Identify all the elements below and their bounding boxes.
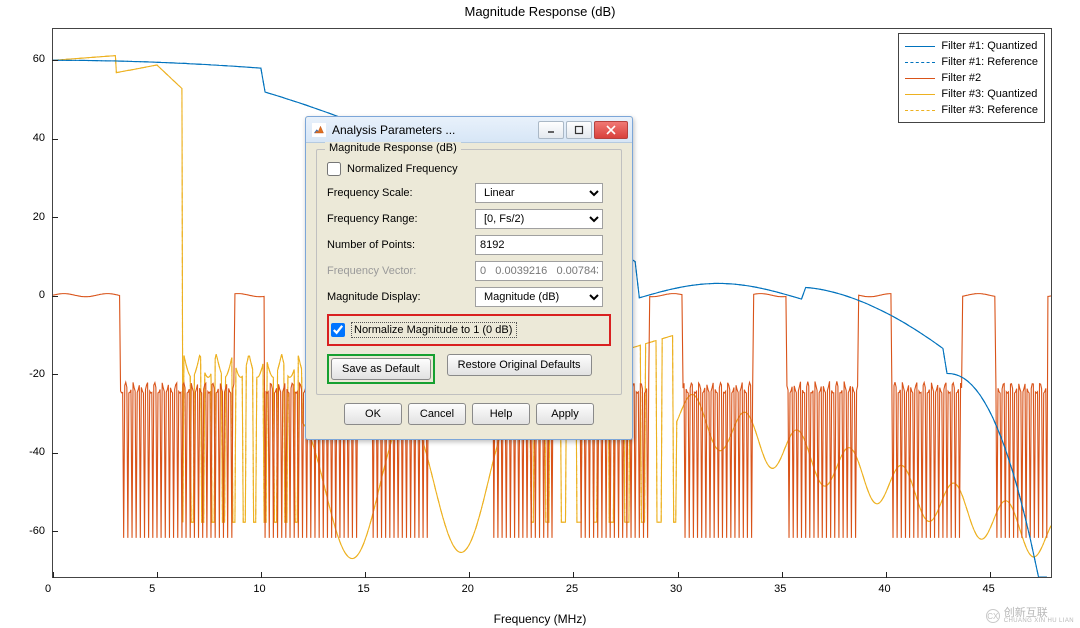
y-tick: -40 xyxy=(29,446,45,458)
legend-item: Filter #1: Quantized xyxy=(905,38,1038,54)
legend-item: Filter #3: Reference xyxy=(905,102,1038,118)
legend-label: Filter #1: Reference xyxy=(941,54,1038,70)
freq-vector-input xyxy=(475,261,603,281)
normalize-magnitude-row: Normalize Magnitude to 1 (0 dB) xyxy=(331,319,607,341)
mag-display-label: Magnitude Display: xyxy=(327,291,467,303)
num-points-label: Number of Points: xyxy=(327,239,467,251)
freq-range-select[interactable]: [0, Fs/2)[0, Fs)[-Fs/2, Fs/2) xyxy=(475,209,603,229)
x-tick: 45 xyxy=(983,583,995,595)
y-tick: 0 xyxy=(39,289,45,301)
dialog-footer: OK Cancel Help Apply xyxy=(316,395,622,435)
x-tick: 15 xyxy=(358,583,370,595)
legend-item: Filter #2 xyxy=(905,70,1038,86)
close-button[interactable] xyxy=(594,121,628,139)
x-axis-label: Frequency (MHz) xyxy=(0,612,1080,626)
freq-range-row: Frequency Range: [0, Fs/2)[0, Fs)[-Fs/2,… xyxy=(327,206,611,232)
x-tick: 0 xyxy=(45,583,51,595)
highlight-green-box: Save as Default xyxy=(327,354,435,384)
legend-swatch xyxy=(905,94,935,95)
restore-defaults-button[interactable]: Restore Original Defaults xyxy=(447,354,592,376)
normalized-frequency-row: Normalized Frequency xyxy=(327,158,611,180)
freq-scale-label: Frequency Scale: xyxy=(327,187,467,199)
legend-swatch xyxy=(905,78,935,79)
legend-label: Filter #2 xyxy=(941,70,981,86)
y-tick: 60 xyxy=(33,53,45,65)
dialog-body: Magnitude Response (dB) Normalized Frequ… xyxy=(306,143,632,439)
highlight-red-box: Normalize Magnitude to 1 (0 dB) xyxy=(327,314,611,346)
defaults-button-row: Save as Default Restore Original Default… xyxy=(327,354,611,384)
ok-button[interactable]: OK xyxy=(344,403,402,425)
freq-scale-row: Frequency Scale: LinearLog xyxy=(327,180,611,206)
legend-swatch xyxy=(905,62,935,63)
freq-scale-select[interactable]: LinearLog xyxy=(475,183,603,203)
watermark: CX 创新互联 CHUANG XIN HU LIAN xyxy=(986,608,1074,624)
y-tick: -20 xyxy=(29,368,45,380)
matlab-icon xyxy=(312,123,326,137)
legend-swatch xyxy=(905,110,935,111)
save-as-default-button[interactable]: Save as Default xyxy=(331,358,431,380)
apply-button[interactable]: Apply xyxy=(536,403,594,425)
legend-swatch xyxy=(905,46,935,47)
y-tick: 20 xyxy=(33,211,45,223)
watermark-text: 创新互联 xyxy=(1004,608,1074,618)
x-tick: 5 xyxy=(149,583,155,595)
legend: Filter #1: QuantizedFilter #1: Reference… xyxy=(898,33,1045,123)
freq-range-label: Frequency Range: xyxy=(327,213,467,225)
legend-label: Filter #3: Quantized xyxy=(941,86,1037,102)
y-tick: 40 xyxy=(33,132,45,144)
magnitude-group: Magnitude Response (dB) Normalized Frequ… xyxy=(316,149,622,395)
legend-label: Filter #3: Reference xyxy=(941,102,1038,118)
x-tick: 35 xyxy=(774,583,786,595)
x-tick: 30 xyxy=(670,583,682,595)
dialog-title: Analysis Parameters ... xyxy=(332,123,532,137)
group-label: Magnitude Response (dB) xyxy=(325,142,461,154)
minimize-button[interactable] xyxy=(538,121,564,139)
normalize-magnitude-label: Normalize Magnitude to 1 (0 dB) xyxy=(351,322,517,338)
mag-display-row: Magnitude Display: MagnitudeMagnitude (d… xyxy=(327,284,611,310)
normalized-frequency-label: Normalized Frequency xyxy=(347,163,458,175)
legend-item: Filter #1: Reference xyxy=(905,54,1038,70)
watermark-logo-icon: CX xyxy=(986,609,1000,623)
num-points-row: Number of Points: xyxy=(327,232,611,258)
num-points-input[interactable] xyxy=(475,235,603,255)
chart-title: Magnitude Response (dB) xyxy=(0,4,1080,19)
help-button[interactable]: Help xyxy=(472,403,530,425)
dialog-titlebar[interactable]: Analysis Parameters ... xyxy=(306,117,632,143)
cancel-button[interactable]: Cancel xyxy=(408,403,466,425)
mag-display-select[interactable]: MagnitudeMagnitude (dB)Magnitude squared… xyxy=(475,287,603,307)
x-tick: 25 xyxy=(566,583,578,595)
legend-label: Filter #1: Quantized xyxy=(941,38,1037,54)
legend-item: Filter #3: Quantized xyxy=(905,86,1038,102)
y-tick: -60 xyxy=(29,525,45,537)
freq-vector-label: Frequency Vector: xyxy=(327,265,467,277)
normalize-magnitude-checkbox[interactable] xyxy=(331,323,345,337)
maximize-button[interactable] xyxy=(566,121,592,139)
analysis-parameters-dialog[interactable]: Analysis Parameters ... Magnitude Respon… xyxy=(305,116,633,440)
watermark-subtext: CHUANG XIN HU LIAN xyxy=(1004,618,1074,624)
normalized-frequency-checkbox[interactable] xyxy=(327,162,341,176)
x-tick: 40 xyxy=(878,583,890,595)
x-tick: 20 xyxy=(462,583,474,595)
freq-vector-row: Frequency Vector: xyxy=(327,258,611,284)
x-tick: 10 xyxy=(253,583,265,595)
